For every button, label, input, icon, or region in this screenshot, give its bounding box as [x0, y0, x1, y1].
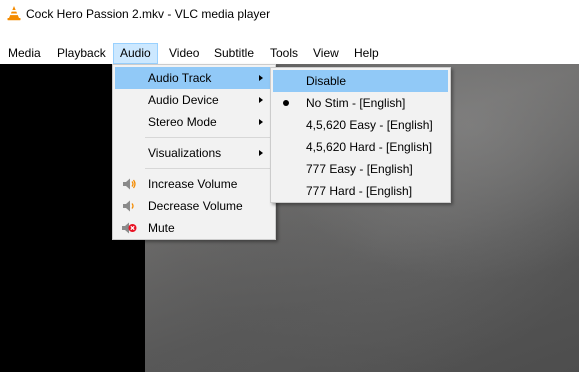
mute-label: Mute	[148, 221, 175, 235]
volume-down-icon	[123, 200, 134, 212]
increase-volume-label: Increase Volume	[148, 177, 238, 191]
track-777-easy-item[interactable]: 777 Easy - [English]	[273, 158, 448, 180]
visualizations-label: Visualizations	[148, 146, 222, 160]
menu-audio[interactable]: Audio	[113, 43, 158, 64]
track-label: 777 Hard - [English]	[306, 184, 413, 198]
menu-help[interactable]: Help	[347, 43, 386, 64]
audio-device-item[interactable]: Audio Device	[115, 89, 273, 111]
selected-bullet-icon	[283, 100, 289, 106]
menu-separator	[145, 168, 271, 169]
track-label: No Stim - [English]	[306, 96, 406, 110]
menu-tools[interactable]: Tools	[263, 43, 305, 64]
track-label: 4,5,620 Hard - [English]	[306, 140, 433, 154]
mute-item[interactable]: Mute	[115, 217, 273, 239]
submenu-arrow-icon	[259, 97, 263, 103]
audio-menu: Audio Track Audio Device Stereo Mode Vis…	[112, 64, 276, 240]
visualizations-item[interactable]: Visualizations	[115, 142, 273, 164]
audio-track-label: Audio Track	[148, 71, 212, 85]
decrease-volume-label: Decrease Volume	[148, 199, 243, 213]
mute-icon	[122, 222, 137, 234]
track-no-stim-item[interactable]: No Stim - [English]	[273, 92, 448, 114]
submenu-arrow-icon	[259, 75, 263, 81]
menu-video[interactable]: Video	[162, 43, 206, 64]
decrease-volume-item[interactable]: Decrease Volume	[115, 195, 273, 217]
track-label: 777 Easy - [English]	[306, 162, 413, 176]
audio-track-submenu: Disable No Stim - [English] 4,5,620 Easy…	[270, 67, 451, 203]
volume-up-icon	[123, 178, 136, 190]
track-777-hard-item[interactable]: 777 Hard - [English]	[273, 180, 448, 202]
track-label: 4,5,620 Easy - [English]	[306, 118, 433, 132]
menu-view[interactable]: View	[306, 43, 346, 64]
window-title: Cock Hero Passion 2.mkv - VLC media play…	[26, 7, 271, 21]
menu-subtitle[interactable]: Subtitle	[207, 43, 261, 64]
menu-media[interactable]: Media	[1, 43, 48, 64]
track-4-5-620-easy-item[interactable]: 4,5,620 Easy - [English]	[273, 114, 448, 136]
menu-separator	[145, 137, 271, 138]
stereo-mode-item[interactable]: Stereo Mode	[115, 111, 273, 133]
title-bar: Cock Hero Passion 2.mkv - VLC media play…	[0, 0, 579, 43]
increase-volume-item[interactable]: Increase Volume	[115, 173, 273, 195]
menu-playback[interactable]: Playback	[50, 43, 113, 64]
submenu-arrow-icon	[259, 119, 263, 125]
track-disable-item[interactable]: Disable	[273, 70, 448, 92]
menu-bar: Media Playback Audio Video Subtitle Tool…	[0, 43, 579, 64]
submenu-arrow-icon	[259, 150, 263, 156]
track-label: Disable	[306, 74, 347, 88]
vlc-cone-icon	[7, 6, 21, 21]
track-4-5-620-hard-item[interactable]: 4,5,620 Hard - [English]	[273, 136, 448, 158]
audio-track-item[interactable]: Audio Track	[115, 67, 273, 89]
stereo-mode-label: Stereo Mode	[148, 115, 217, 129]
audio-device-label: Audio Device	[148, 93, 219, 107]
